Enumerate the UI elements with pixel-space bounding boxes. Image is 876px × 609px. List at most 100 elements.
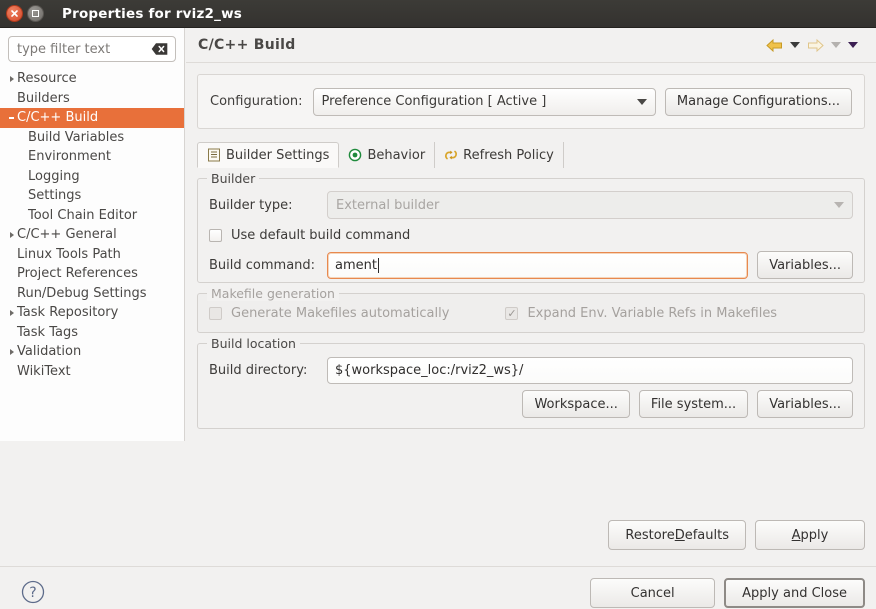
sidebar-item-label: Tool Chain Editor — [28, 208, 137, 223]
restore-defaults-label-post: efaults — [685, 528, 729, 543]
settings-tree-pane: Resource Builders C/C++ Build Build Variabl… — [0, 28, 185, 441]
sidebar-item-label: WikiText — [17, 364, 71, 379]
builder-type-value: External builder — [336, 198, 439, 213]
sidebar-item-label: Linux Tools Path — [17, 247, 121, 262]
sidebar-item-tool-chain-editor[interactable]: Tool Chain Editor — [0, 206, 184, 226]
clear-glyph — [151, 43, 168, 56]
build-directory-input[interactable]: ${workspace_loc:/rviz2_ws}/ — [327, 357, 853, 384]
apply-button[interactable]: Apply — [755, 520, 865, 550]
chevron-down-icon — [637, 99, 647, 105]
sidebar-item-build-variables[interactable]: Build Variables — [0, 128, 184, 148]
tab-behavior[interactable]: Behavior — [339, 142, 435, 168]
checkmark-icon: ✓ — [507, 308, 516, 319]
sidebar-item-label: Build Variables — [28, 130, 124, 145]
restore-defaults-button[interactable]: Restore Defaults — [608, 520, 746, 550]
sidebar-item-run-debug-settings[interactable]: Run/Debug Settings — [0, 284, 184, 304]
sidebar-item-c-c-build[interactable]: C/C++ Build — [0, 108, 184, 128]
builder-type-row: Builder type: External builder — [198, 187, 864, 223]
tab-label: Refresh Policy — [463, 148, 554, 163]
tab-bar[interactable]: Builder Settings Behavior Refresh Policy — [197, 142, 865, 168]
sidebar-item-wikitext[interactable]: WikiText — [0, 362, 184, 382]
generate-makefiles-checkbox — [209, 307, 222, 320]
tree-expand-icon — [6, 310, 17, 316]
filter-box[interactable] — [8, 36, 176, 62]
sidebar-item-logging[interactable]: Logging — [0, 167, 184, 187]
tab-label: Behavior — [367, 148, 425, 163]
sidebar-item-label: C/C++ General — [17, 227, 117, 242]
tab-label: Builder Settings — [226, 148, 329, 163]
page-action-buttons: Restore Defaults Apply — [608, 520, 865, 550]
chevron-down-icon — [834, 202, 844, 208]
build-command-variables-button[interactable]: Variables... — [757, 251, 853, 279]
back-arrow-icon[interactable] — [766, 38, 783, 53]
back-history-chevron-down-icon[interactable] — [790, 42, 800, 48]
manage-configurations-label: Manage Configurations... — [677, 94, 840, 109]
file-system-button[interactable]: File system... — [639, 390, 748, 418]
build-location-group-title: Build location — [207, 336, 300, 351]
sidebar-item-label: C/C++ Build — [17, 110, 98, 125]
page-header: C/C++ Build — [186, 28, 876, 62]
settings-tree[interactable]: Resource Builders C/C++ Build Build Variabl… — [0, 68, 184, 381]
sidebar-item-linux-tools-path[interactable]: Linux Tools Path — [0, 245, 184, 265]
build-command-row: Build command: ament Variables... — [198, 248, 864, 282]
footer-separator — [0, 566, 876, 567]
builder-type-label: Builder type: — [209, 198, 327, 213]
page-nav-icons — [766, 38, 866, 53]
build-location-group: Build location Build directory: ${worksp… — [197, 343, 865, 429]
use-default-build-command-checkbox[interactable] — [209, 229, 222, 242]
apply-and-close-button[interactable]: Apply and Close — [724, 578, 865, 608]
maximize-icon[interactable] — [27, 5, 44, 22]
sidebar-item-label: Environment — [28, 149, 111, 164]
dialog-action-buttons: Cancel Apply and Close — [590, 578, 865, 608]
help-question-icon[interactable]: ? — [20, 579, 46, 609]
sidebar-item-settings[interactable]: Settings — [0, 186, 184, 206]
builder-group-title: Builder — [207, 171, 259, 186]
clear-backspace-icon[interactable] — [151, 43, 168, 56]
triangle-right-glyph — [10, 310, 14, 316]
build-location-buttons: Workspace... File system... Variables... — [198, 387, 864, 421]
tab-builder-settings[interactable]: Builder Settings — [197, 142, 339, 168]
apply-label-post: pply — [801, 528, 829, 543]
build-command-input[interactable]: ament — [327, 252, 748, 279]
configuration-label: Configuration: — [210, 94, 303, 109]
sidebar-item-c-c-general[interactable]: C/C++ General — [0, 225, 184, 245]
triangle-right-glyph — [10, 232, 14, 238]
cancel-button[interactable]: Cancel — [590, 578, 715, 608]
window-title-bar: Properties for rviz2_ws — [0, 0, 876, 28]
behavior-target-icon — [348, 148, 362, 162]
configuration-select[interactable]: Preference Configuration [ Active ] — [313, 88, 656, 116]
close-glyph — [10, 9, 19, 18]
sidebar-item-builders[interactable]: Builders — [0, 89, 184, 109]
build-location-variables-button[interactable]: Variables... — [757, 390, 853, 418]
expand-env-vars-label: Expand Env. Variable Refs in Makefiles — [527, 306, 777, 321]
sidebar-item-project-references[interactable]: Project References — [0, 264, 184, 284]
sidebar-item-label: Builders — [17, 91, 70, 106]
maximize-glyph — [32, 10, 39, 17]
sidebar-item-resource[interactable]: Resource — [0, 69, 184, 89]
expand-env-vars-checkbox: ✓ — [505, 307, 518, 320]
sidebar-item-task-tags[interactable]: Task Tags — [0, 323, 184, 343]
builder-group: Builder Builder type: External builder U… — [197, 178, 865, 283]
triangle-right-glyph — [10, 76, 14, 82]
configuration-bar: Configuration: Preference Configuration … — [197, 74, 865, 129]
window-title: Properties for rviz2_ws — [62, 6, 242, 22]
back-arrow-glyph — [766, 38, 783, 53]
sidebar-item-task-repository[interactable]: Task Repository — [0, 303, 184, 323]
forward-arrow-icon[interactable] — [807, 38, 824, 53]
workspace-button[interactable]: Workspace... — [522, 390, 629, 418]
sidebar-item-environment[interactable]: Environment — [0, 147, 184, 167]
tree-expand-icon — [6, 76, 17, 82]
close-icon[interactable] — [6, 5, 23, 22]
apply-and-close-label: Apply and Close — [742, 586, 847, 601]
sidebar-item-validation[interactable]: Validation — [0, 342, 184, 362]
tree-expand-icon — [6, 232, 17, 238]
workspace-label: Workspace... — [534, 397, 617, 412]
tab-refresh-policy[interactable]: Refresh Policy — [435, 142, 564, 168]
manage-configurations-button[interactable]: Manage Configurations... — [665, 88, 852, 116]
dash-glyph — [9, 117, 14, 119]
page-title: C/C++ Build — [198, 37, 296, 53]
view-menu-chevron-down-icon[interactable] — [848, 42, 858, 48]
sidebar-item-label: Task Repository — [17, 305, 118, 320]
build-directory-row: Build directory: ${workspace_loc:/rviz2_… — [198, 353, 864, 387]
cancel-label: Cancel — [631, 586, 675, 601]
